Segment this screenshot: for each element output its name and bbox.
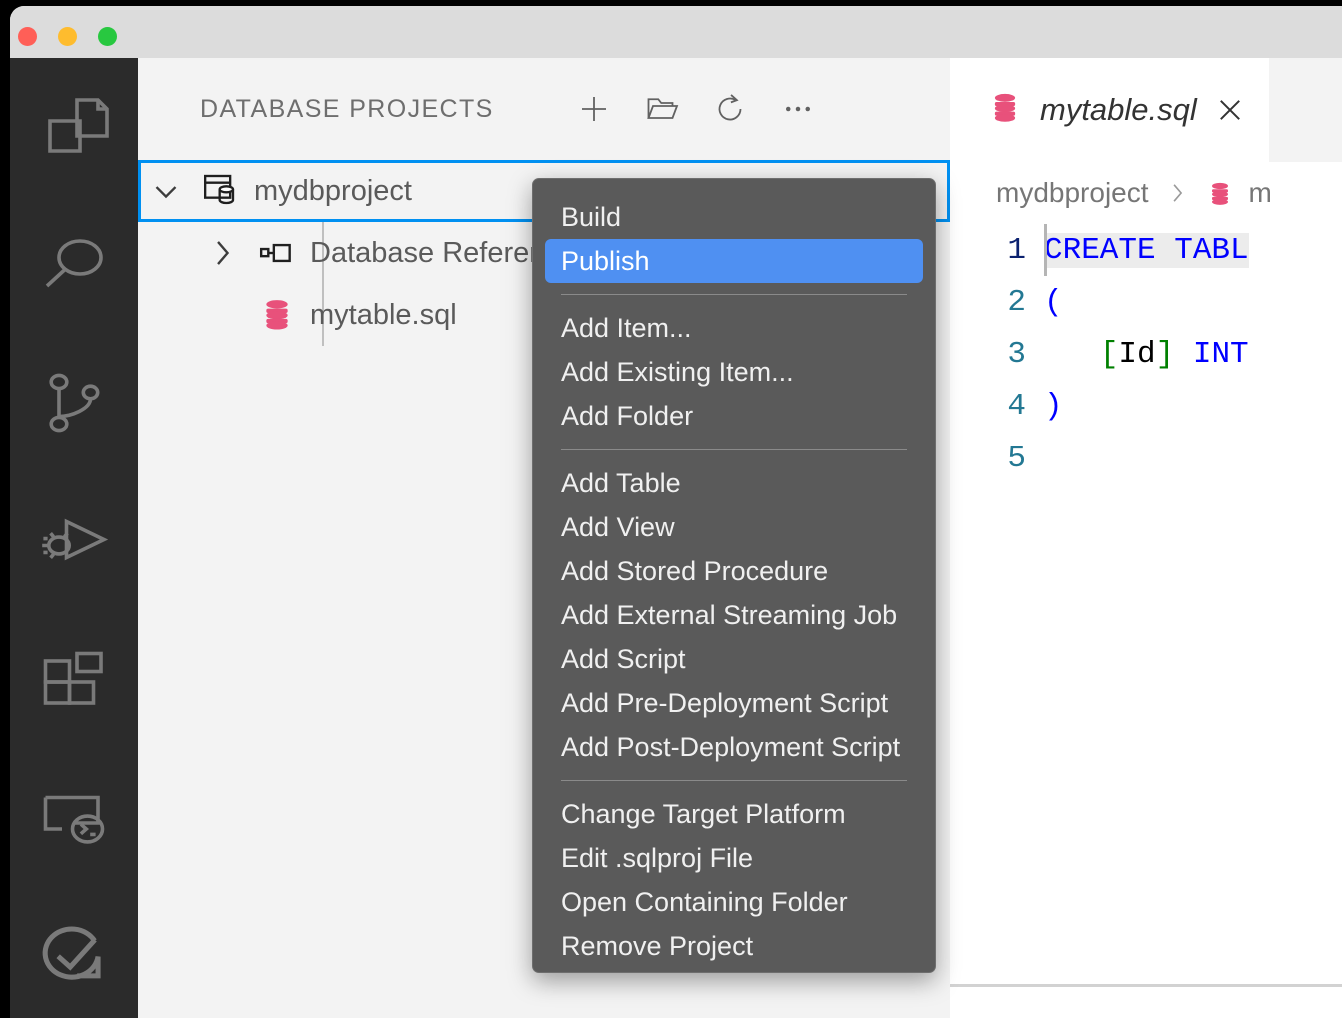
search-icon [38,229,110,301]
line-number: 1 [950,233,1044,268]
activity-bar-item-explorer[interactable] [10,58,138,196]
menu-item-add-item[interactable]: Add Item... [533,306,935,350]
activity-bar [10,58,138,1018]
sql-file-icon [1205,177,1235,210]
menu-item-add-table[interactable]: Add Table [533,461,935,505]
code-line-text: ) [1044,389,1063,424]
line-number: 2 [950,285,1044,320]
code-line-text: ( [1044,285,1063,320]
activity-bar-item-run-and-debug[interactable] [10,472,138,610]
code-line-text: [Id] INT [1044,337,1249,372]
activity-bar-item-search[interactable] [10,196,138,334]
source-control-icon [38,367,110,439]
menu-item-add-post-deployment-script[interactable]: Add Post-Deployment Script [533,725,935,769]
chevron-down-icon[interactable] [138,172,194,210]
editor-bottom-divider [950,984,1342,987]
extensions-icon [38,643,110,715]
minimize-window-button[interactable] [58,27,77,46]
plus-icon[interactable] [576,91,612,127]
sql-file-icon [250,295,304,335]
sidebar-title: DATABASE PROJECTS [200,95,494,124]
menu-item-add-folder[interactable]: Add Folder [533,394,935,438]
menu-item-publish[interactable]: Publish [545,239,923,283]
code-line: 3 [Id] INT [950,328,1342,380]
menu-item-change-target-platform[interactable]: Change Target Platform [533,792,935,836]
code-line: 2 ( [950,276,1342,328]
menu-separator [561,780,907,781]
editor-tab-mytable-sql[interactable]: mytable.sql [950,58,1269,162]
menu-separator [561,294,907,295]
breadcrumb-file[interactable]: m [1249,177,1272,209]
chevron-right-icon[interactable] [194,234,250,272]
activity-bar-item-extensions[interactable] [10,610,138,748]
menu-item-open-containing-folder[interactable]: Open Containing Folder [533,880,935,924]
menu-item-add-pre-deployment-script[interactable]: Add Pre-Deployment Script [533,681,935,725]
sidebar-action-bar [576,91,816,127]
open-folder-icon[interactable] [644,91,680,127]
chevron-right-icon [1163,179,1191,207]
close-window-button[interactable] [18,27,37,46]
code-line-text: CREATE TABL [1044,233,1249,268]
editor-tab-label: mytable.sql [1040,92,1197,128]
breadcrumb: mydbproject m [950,162,1342,224]
activity-bar-item-remote-explorer[interactable] [10,748,138,886]
tree-item-label: mytable.sql [310,299,457,332]
menu-item-add-stored-procedure[interactable]: Add Stored Procedure [533,549,935,593]
sql-project-icon [194,171,248,211]
close-icon[interactable] [1213,93,1247,127]
line-number: 5 [950,441,1044,476]
menu-item-add-view[interactable]: Add View [533,505,935,549]
menu-item-add-external-streaming-job[interactable]: Add External Streaming Job [533,593,935,637]
files-icon [38,91,110,163]
code-line: 5 [950,432,1342,484]
indent-guide [1044,224,1047,276]
project-context-menu: Build Publish Add Item... Add Existing I… [532,178,936,973]
menu-item-add-existing-item[interactable]: Add Existing Item... [533,350,935,394]
traffic-light-buttons [18,27,117,46]
menu-separator [561,449,907,450]
code-line: 4 ) [950,380,1342,432]
editor-tab-bar: mytable.sql [950,58,1342,162]
tree-item-label: mydbproject [254,175,412,208]
remote-terminal-icon [38,781,110,853]
line-number: 3 [950,337,1044,372]
references-icon [250,234,304,272]
application-window: DATABASE PROJECTS [10,6,1342,1018]
code-editor[interactable]: 1 CREATE TABL 2 ( 3 [Id] INT 4 ) 5 [950,224,1342,484]
line-number: 4 [950,389,1044,424]
menu-item-build[interactable]: Build [533,195,935,239]
activity-bar-item-database-projects[interactable] [10,886,138,1018]
database-projects-icon [36,917,112,993]
menu-item-edit-sqlproj-file[interactable]: Edit .sqlproj File [533,836,935,880]
sql-file-icon [986,89,1024,132]
breadcrumb-project[interactable]: mydbproject [996,177,1149,209]
code-line: 1 CREATE TABL [950,224,1342,276]
editor-pane: mytable.sql mydbproject [950,58,1342,1018]
activity-bar-item-source-control[interactable] [10,334,138,472]
sidebar-header: DATABASE PROJECTS [138,58,950,160]
menu-item-remove-project[interactable]: Remove Project [533,924,935,968]
ellipsis-icon[interactable] [780,91,816,127]
menu-item-add-script[interactable]: Add Script [533,637,935,681]
title-bar [10,6,1342,58]
maximize-window-button[interactable] [98,27,117,46]
refresh-icon[interactable] [712,91,748,127]
run-and-debug-icon [38,505,110,577]
